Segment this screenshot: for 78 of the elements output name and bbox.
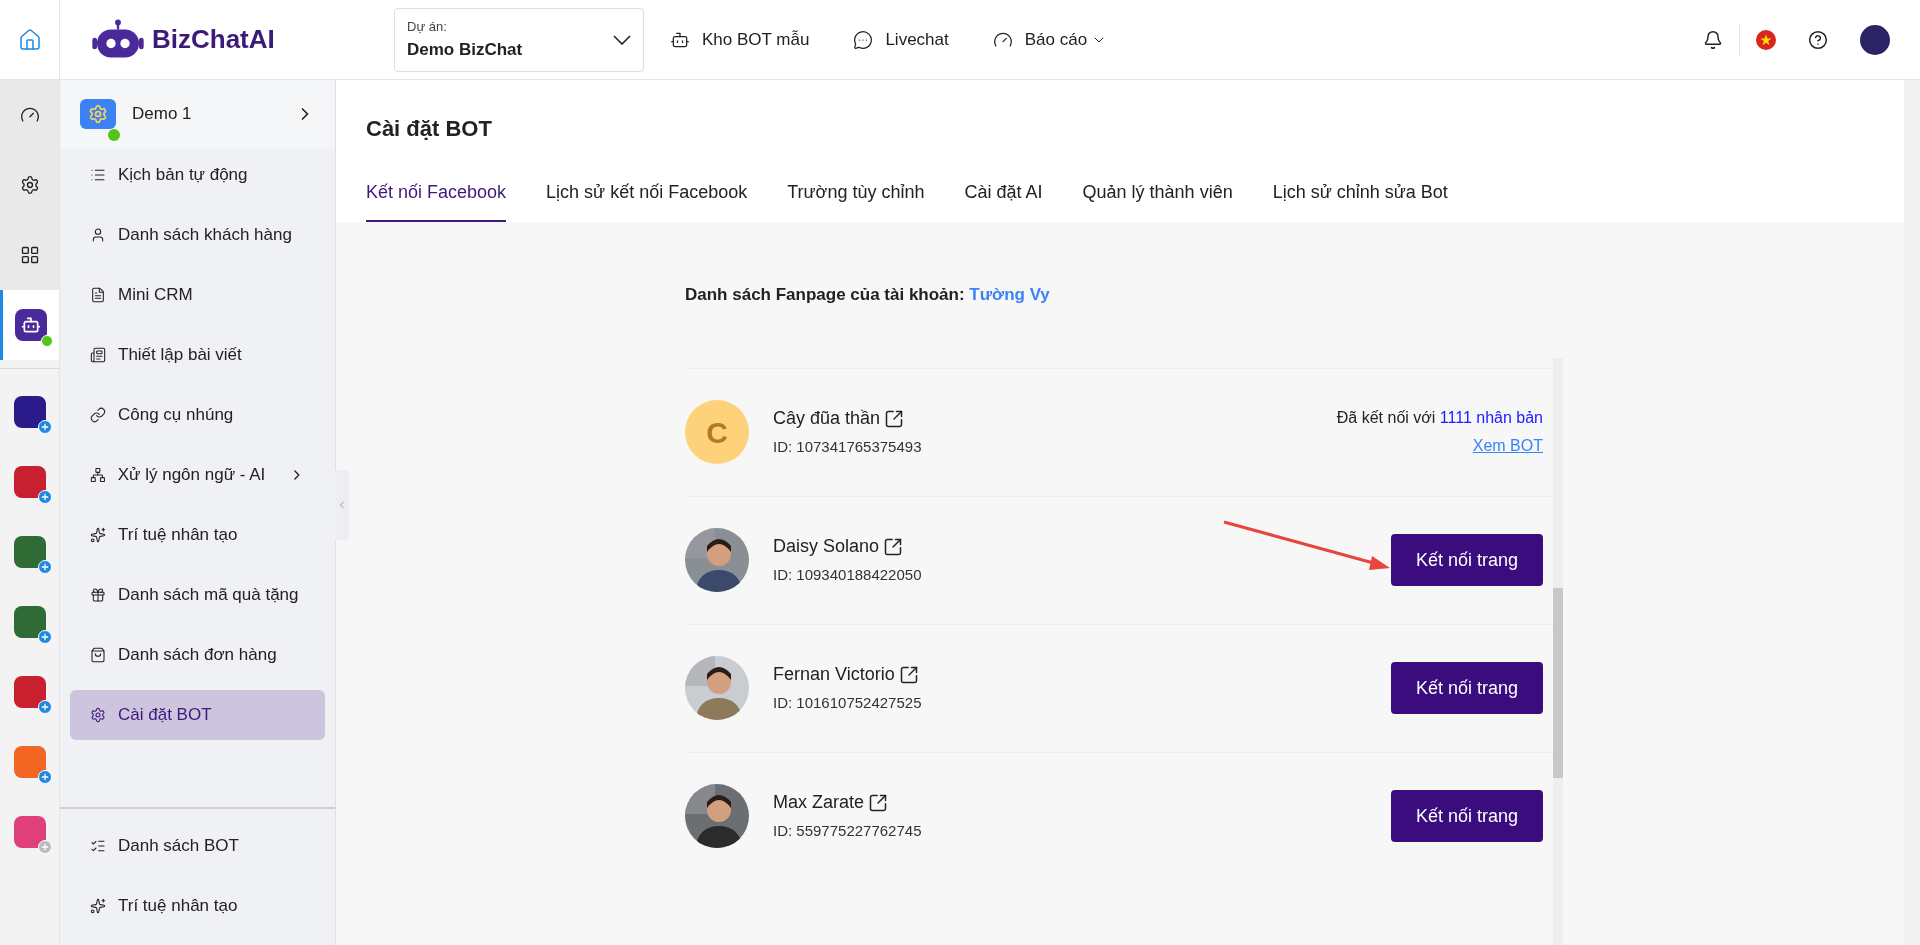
- sparkle-icon: [90, 898, 106, 914]
- nav-link[interactable]: Livechat: [853, 26, 949, 53]
- app-icon[interactable]: [13, 676, 46, 708]
- tab[interactable]: Quản lý thành viên: [1082, 179, 1233, 222]
- bag-icon: [90, 647, 106, 663]
- help-icon[interactable]: [1808, 29, 1828, 50]
- bot-avatar: [80, 99, 116, 129]
- connect-page-button[interactable]: Kết nối trang: [1391, 662, 1543, 714]
- sidebar-item[interactable]: Mini CRM: [70, 270, 325, 320]
- document-icon: [90, 287, 106, 303]
- sidebar-item[interactable]: Kịch bản tự động: [70, 150, 325, 200]
- sidebar-item[interactable]: Danh sách đơn hàng: [70, 630, 325, 680]
- sidebar-item[interactable]: Danh sách mã quà tặng: [70, 570, 325, 620]
- fanpage-name: Max Zarate: [773, 791, 865, 815]
- project-value: Demo BizChat: [407, 38, 523, 61]
- flag-icon[interactable]: [1756, 29, 1776, 50]
- nav-link[interactable]: Kho BOT mẫu: [670, 26, 810, 53]
- page-scrollbar[interactable]: [1904, 80, 1920, 945]
- fanpage-name: Daisy Solano: [773, 535, 880, 559]
- external-link-icon[interactable]: [884, 408, 905, 429]
- fanpage-name: Fernan Victorio: [773, 663, 895, 687]
- app-icon[interactable]: [13, 466, 46, 498]
- connect-page-button[interactable]: Kết nối trang: [1391, 534, 1543, 586]
- list-scrollbar[interactable]: [1553, 357, 1563, 945]
- bot-name[interactable]: Demo 1: [132, 101, 192, 127]
- logo-icon: [92, 18, 144, 61]
- collapse-handle[interactable]: [335, 470, 349, 540]
- fanpage-avatar: C: [685, 400, 749, 464]
- project-label: Dự án:: [407, 18, 448, 36]
- network-icon: [90, 467, 106, 483]
- view-bot-link[interactable]: Xem BOT: [1472, 434, 1543, 458]
- app-icon[interactable]: [13, 396, 46, 428]
- link-icon: [90, 407, 106, 423]
- settings-icon: [19, 175, 40, 195]
- connect-page-button[interactable]: Kết nối trang: [1391, 790, 1543, 842]
- tab[interactable]: Cài đặt AI: [964, 179, 1043, 222]
- fanpage-id: ID: 559775227762745: [773, 821, 922, 842]
- sparkle-icon: [90, 527, 106, 543]
- page-title: Cài đặt BOT: [366, 115, 493, 143]
- list-icon: [90, 838, 106, 854]
- external-link-icon[interactable]: [883, 536, 904, 557]
- tab[interactable]: Lịch sử kết nối Facebook: [546, 179, 748, 222]
- chat-icon: [853, 29, 874, 50]
- fanpage-id: ID: 101610752427525: [773, 693, 922, 714]
- clone-count: 1111 nhân bản: [1439, 409, 1543, 426]
- sidebar-item[interactable]: Xử lý ngôn ngữ - AI: [70, 450, 325, 500]
- sidebar-item[interactable]: Danh sách BOT: [70, 821, 325, 871]
- sidebar-item[interactable]: Thiết lập bài viết: [70, 330, 325, 380]
- fanpage-id: ID: 109340188422050: [773, 565, 922, 586]
- gift-icon: [90, 587, 106, 603]
- tab[interactable]: Trường tùy chỉnh: [787, 179, 925, 222]
- bot-app-icon: [15, 309, 47, 341]
- home-icon[interactable]: [17, 27, 42, 52]
- fanpage-list-label: Danh sách Fanpage của tài khoản:: [685, 285, 965, 304]
- nav-link[interactable]: Báo cáo: [992, 26, 1108, 53]
- notification-icon[interactable]: [1703, 29, 1723, 50]
- project-select[interactable]: Dự án: Demo BizChat: [394, 7, 644, 72]
- chevron-down-icon: [613, 34, 631, 45]
- sidebar-item[interactable]: Danh sách khách hàng: [70, 210, 325, 260]
- settings-icon: [90, 707, 106, 723]
- sidebar-item[interactable]: Cài đặt BOT: [70, 690, 325, 740]
- logo-text: BizChatAI: [152, 23, 275, 56]
- newspaper-icon: [90, 347, 106, 363]
- external-link-icon[interactable]: [898, 664, 919, 685]
- user-icon: [90, 227, 106, 243]
- sidebar-item[interactable]: Trí tuệ nhân tạo: [70, 510, 325, 560]
- sidebar-item[interactable]: Công cụ nhúng: [70, 390, 325, 440]
- grid-icon: [19, 245, 40, 265]
- tab[interactable]: Lịch sử chỉnh sửa Bot: [1272, 179, 1448, 222]
- sidebar-item[interactable]: Trí tuệ nhân tạo: [70, 881, 325, 931]
- fanpage-name: Cây đũa thần: [773, 407, 881, 431]
- user-avatar[interactable]: [1860, 24, 1890, 55]
- fanpage-id: ID: 107341765375493: [773, 437, 922, 458]
- list-icon: [90, 167, 106, 183]
- connection-status: Đã kết nối với: [1336, 409, 1436, 426]
- app-icon[interactable]: [13, 536, 46, 568]
- external-link-icon[interactable]: [868, 792, 889, 813]
- app-icon[interactable]: [13, 606, 46, 638]
